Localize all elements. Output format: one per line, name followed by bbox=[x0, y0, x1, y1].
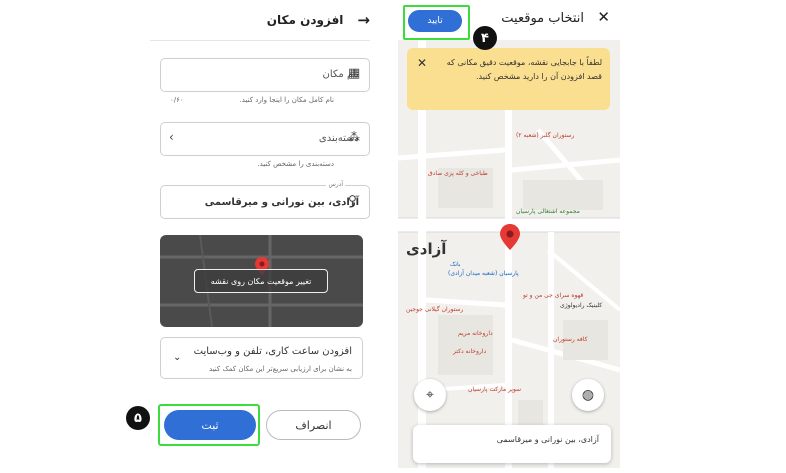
close-icon[interactable]: ✕ bbox=[417, 56, 427, 70]
confirm-button[interactable]: تایید bbox=[408, 10, 462, 32]
gps-locate-icon[interactable]: ⌖ bbox=[414, 379, 446, 411]
poi-label: رستوران گیلانی جوجین bbox=[406, 306, 464, 313]
cancel-button[interactable]: انصراف bbox=[266, 410, 361, 440]
poi-label: مجموعه اشتغالی پارسیان bbox=[516, 208, 580, 215]
poi-label: بانک bbox=[450, 261, 461, 268]
place-name-counter: ۰/۶۰ bbox=[170, 96, 184, 104]
address-value: آزادی، بین نورانی و میرقاسمی bbox=[204, 197, 359, 208]
header-divider bbox=[150, 40, 370, 41]
category-select[interactable]: دسته‌بندی ‹ bbox=[160, 122, 370, 156]
category-icon: ⁂ bbox=[348, 130, 360, 144]
poi-label: طباخی و کله پزی صادق bbox=[428, 170, 488, 177]
selected-address-card: آزادی، بین نورانی و میرقاسمی bbox=[413, 425, 611, 463]
location-pin-icon: ⚲ bbox=[348, 193, 357, 207]
address-field[interactable]: آدرس آزادی، بین نورانی و میرقاسمی bbox=[160, 181, 370, 219]
map-thumbnail[interactable]: تغییر موقعیت مکان روی نقشه bbox=[160, 235, 363, 327]
category-helper: دسته‌بندی را مشخص کنید. bbox=[257, 160, 334, 168]
submit-button[interactable]: ثبت bbox=[164, 410, 256, 440]
poi-label: پارسیان (شعبه میدان آزادی) bbox=[448, 270, 519, 277]
step-badge-5: ۵ bbox=[126, 406, 150, 430]
chevron-left-icon: ‹ bbox=[169, 130, 174, 144]
poi-label: سوپر مارکت پارسیان bbox=[468, 386, 522, 393]
place-name-helper: نام کامل مکان را اینجا وارد کنید. bbox=[239, 96, 334, 104]
address-label: آدرس bbox=[326, 181, 345, 188]
add-hours-title: افزودن ساعت کاری، تلفن و وب‌سایت bbox=[193, 346, 352, 357]
notice-text: لطفاً با جابجایی نقشه، موقعیت دقیق مکانی… bbox=[446, 58, 602, 81]
poi-label: قهوه سرای جی من و تو bbox=[523, 292, 584, 299]
arrow-right-icon[interactable]: → bbox=[357, 12, 370, 28]
chevron-down-icon[interactable]: ⌄ bbox=[173, 352, 181, 363]
location-pin-icon bbox=[500, 224, 520, 250]
poi-label: کلینیک رادیولوژی bbox=[560, 302, 603, 309]
change-location-button[interactable]: تغییر موقعیت مکان روی نقشه bbox=[194, 269, 328, 293]
add-hours-section[interactable]: افزودن ساعت کاری، تلفن و وب‌سایت به نشان… bbox=[160, 337, 363, 379]
left-header-title: افزودن مکان bbox=[266, 13, 344, 27]
globe-icon[interactable]: ◍ bbox=[572, 379, 604, 411]
storefront-icon: ▦ bbox=[348, 66, 361, 81]
close-icon[interactable]: ✕ bbox=[597, 10, 610, 25]
poi-label: رستوران گلبر (شعبه ۲) bbox=[516, 132, 575, 139]
place-name-input[interactable]: نام مکان bbox=[160, 58, 370, 92]
selected-address-text: آزادی، بین نورانی و میرقاسمی bbox=[496, 435, 599, 444]
step-badge-4: ۴ bbox=[473, 26, 497, 50]
right-header-title: انتخاب موقعیت bbox=[501, 11, 584, 26]
location-notice: ✕ لطفاً با جابجایی نقشه، موقعیت دقیق مکا… bbox=[407, 48, 610, 110]
poi-label: داروخانه مریم bbox=[458, 330, 493, 337]
poi-label: کافه رستوران bbox=[553, 336, 588, 343]
add-hours-subtitle: به نشان برای ارزیابی سریع‌تر این مکان کم… bbox=[209, 365, 352, 373]
left-header: افزودن مکان → bbox=[150, 0, 370, 40]
poi-label: داروخانه دکتر bbox=[453, 348, 487, 355]
street-label-azadi: آزادی bbox=[406, 240, 447, 258]
